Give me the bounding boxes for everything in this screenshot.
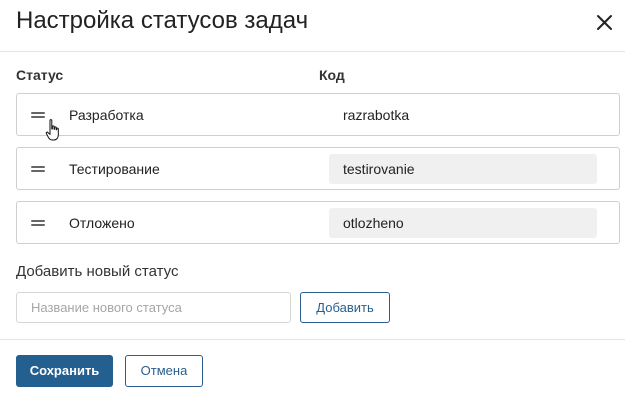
hand-cursor-icon — [45, 119, 59, 141]
status-code-field[interactable]: testirovanie — [329, 154, 597, 184]
status-code-field[interactable]: razrabotka — [329, 100, 597, 130]
footer-divider — [0, 339, 625, 340]
status-name: Тестирование — [69, 161, 160, 177]
drag-handle-icon[interactable] — [31, 112, 45, 118]
close-icon — [597, 15, 612, 30]
add-status-title: Добавить новый статус — [16, 263, 179, 280]
dialog-header: Настройка статусов задач — [0, 0, 625, 52]
status-row: Разработка razrabotka — [16, 93, 620, 136]
new-status-input[interactable] — [16, 292, 291, 323]
status-name: Разработка — [69, 107, 144, 123]
status-row: Тестирование testirovanie — [16, 147, 620, 190]
column-header-code: Код — [319, 67, 345, 83]
cancel-button[interactable]: Отмена — [125, 355, 203, 387]
column-header-status: Статус — [16, 67, 64, 83]
drag-handle-icon[interactable] — [31, 220, 45, 226]
status-code-field[interactable]: otlozheno — [329, 208, 597, 238]
status-name: Отложено — [69, 215, 135, 231]
drag-handle-icon[interactable] — [31, 166, 45, 172]
add-status-button[interactable]: Добавить — [300, 292, 390, 323]
save-button[interactable]: Сохранить — [16, 355, 113, 387]
close-button[interactable] — [592, 9, 618, 35]
status-settings-dialog: Настройка статусов задач Статус Код Разр… — [0, 0, 625, 396]
dialog-title: Настройка статусов задач — [16, 7, 309, 34]
status-row: Отложено otlozheno — [16, 201, 620, 244]
